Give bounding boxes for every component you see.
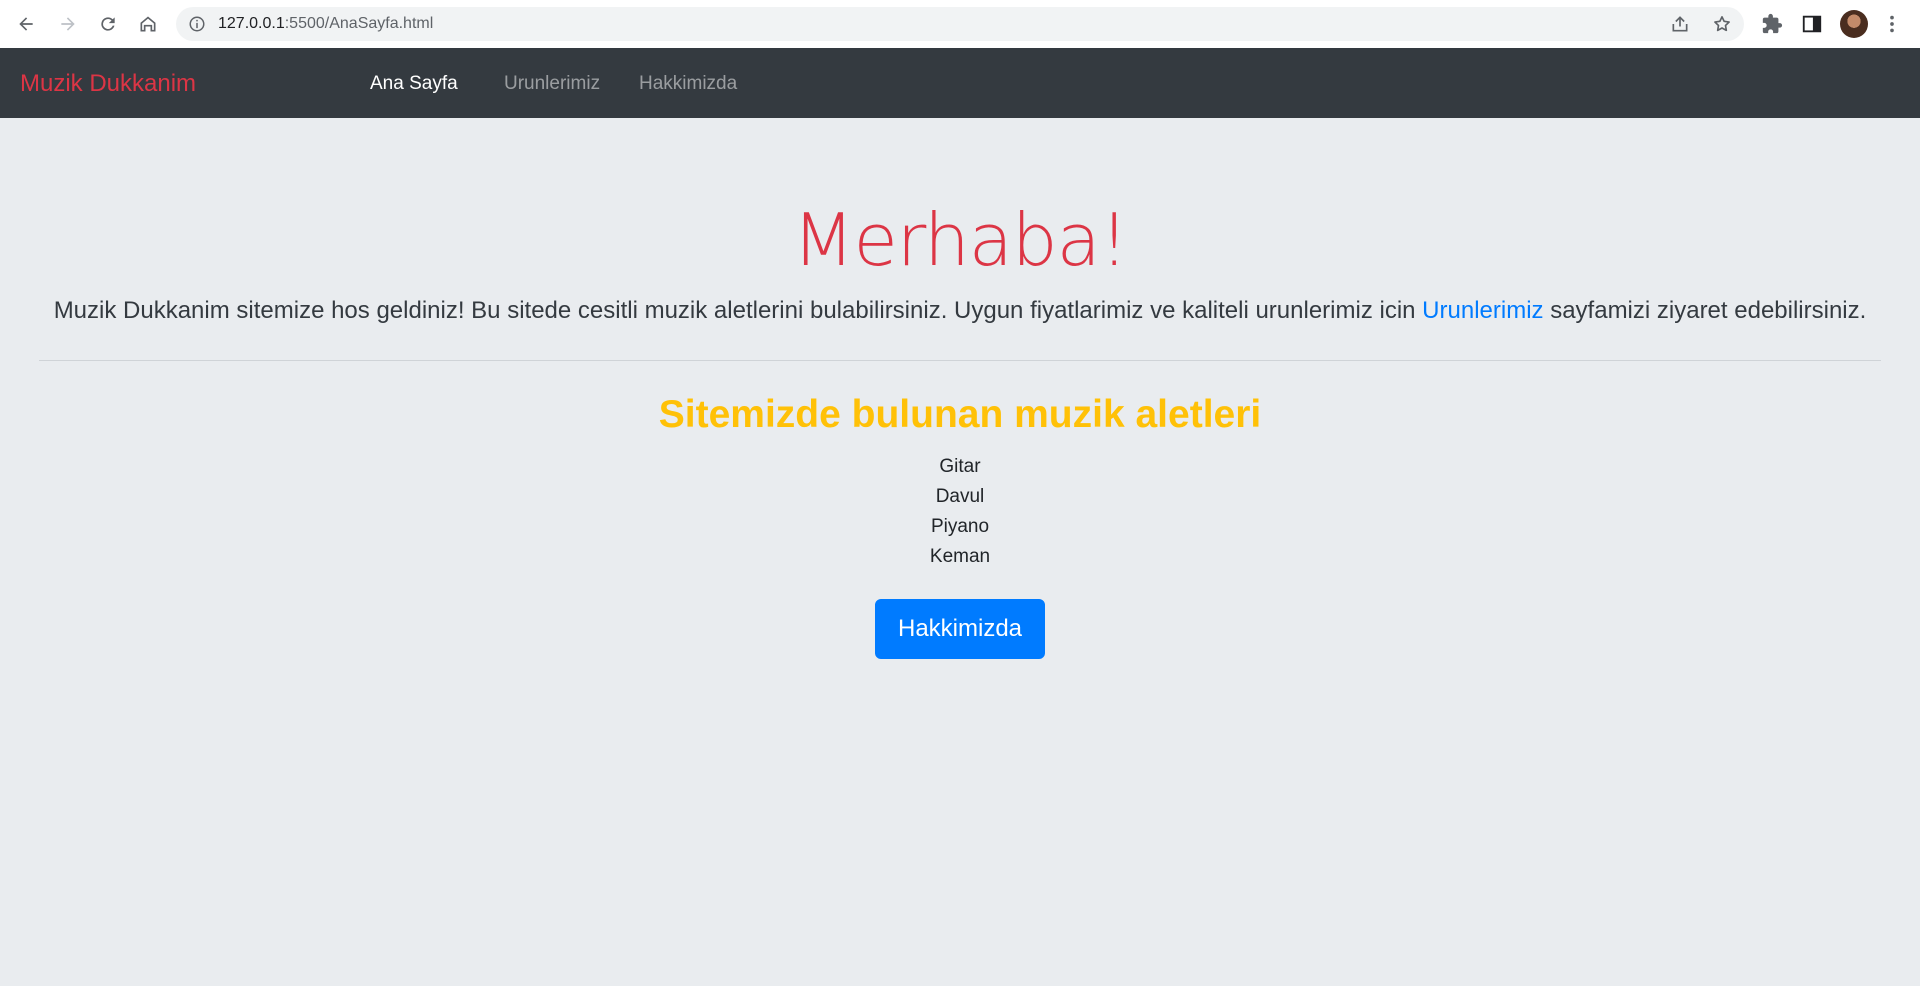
lead-text-before: Muzik Dukkanim sitemize hos geldiniz! Bu… [53, 297, 1423, 324]
back-button[interactable] [12, 10, 40, 38]
list-item: Davul [935, 486, 985, 507]
more-vertical-icon [1890, 15, 1894, 33]
share-icon[interactable] [1670, 14, 1690, 34]
arrow-left-icon [19, 17, 33, 31]
profile-avatar[interactable] [1840, 10, 1868, 38]
list-item: Gitar [939, 456, 981, 477]
welcome-lead: Muzik Dukkanim sitemize hos geldiniz! Bu… [0, 297, 1920, 325]
reload-icon [101, 17, 115, 31]
nav-link-urunlerimiz[interactable]: Urunlerimiz [504, 73, 600, 95]
puzzle-icon [1762, 13, 1783, 34]
nav-link-ana-sayfa[interactable]: Ana Sayfa [370, 73, 458, 95]
page-title: Merhaba! [792, 198, 1128, 282]
info-icon[interactable] [188, 15, 206, 33]
url-path: :5500/AnaSayfa.html [284, 15, 434, 32]
home-button[interactable] [134, 10, 162, 38]
brand-link[interactable]: Muzik Dukkanim [20, 70, 196, 98]
home-icon [140, 16, 156, 32]
lead-text-after: sayfamizi ziyaret edebilirsiniz. [1543, 297, 1867, 324]
extensions-button[interactable] [1760, 12, 1784, 36]
side-panel-button[interactable] [1800, 12, 1824, 36]
list-item: Keman [929, 546, 991, 567]
forward-button[interactable] [54, 10, 82, 38]
lead-urunlerimiz-link[interactable]: Urunlerimiz [1422, 297, 1543, 324]
list-item: Piyano [930, 516, 990, 537]
section-divider [39, 360, 1881, 361]
side-panel-icon [1802, 15, 1822, 33]
nav-link-hakkimizda[interactable]: Hakkimizda [639, 73, 737, 95]
browser-menu-button[interactable] [1880, 12, 1904, 36]
instruments-list: Gitar Davul Piyano Keman [0, 452, 1920, 572]
instruments-heading: Sitemizde bulunan muzik aletleri [658, 393, 1262, 436]
address-bar[interactable]: 127.0.0.1:5500/AnaSayfa.html [176, 7, 1744, 41]
browser-toolbar: 127.0.0.1:5500/AnaSayfa.html [0, 0, 1920, 48]
hakkimizda-button[interactable]: Hakkimizda [875, 599, 1045, 659]
url-host: 127.0.0.1 [218, 15, 285, 32]
arrow-right-icon [61, 17, 75, 31]
bookmark-star-icon[interactable] [1712, 14, 1732, 34]
reload-button[interactable] [94, 10, 122, 38]
url-text[interactable]: 127.0.0.1:5500/AnaSayfa.html [218, 15, 433, 33]
site-navbar: Muzik Dukkanim Ana Sayfa Urunlerimiz Hak… [0, 48, 1920, 118]
